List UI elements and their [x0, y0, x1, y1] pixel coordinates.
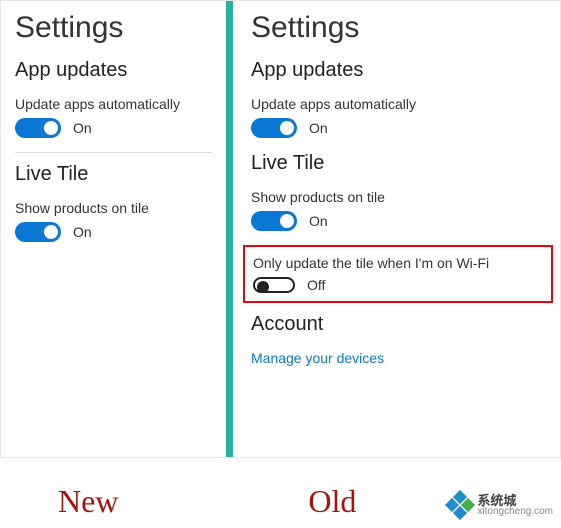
label-old: Old	[308, 483, 356, 520]
vertical-divider	[226, 1, 233, 457]
section-live-tile-heading: Live Tile	[251, 152, 546, 175]
watermark-url: xitongcheng.com	[477, 507, 553, 517]
show-products-row: On	[15, 222, 212, 242]
watermark-logo-icon	[447, 492, 473, 518]
page-title: Settings	[251, 11, 546, 45]
wifi-only-toggle[interactable]	[253, 277, 295, 293]
label-new: New	[58, 483, 118, 520]
show-products-state: On	[73, 224, 92, 240]
update-auto-toggle[interactable]	[15, 118, 61, 138]
update-auto-row: On	[251, 118, 546, 138]
section-account-heading: Account	[251, 313, 546, 336]
page-title: Settings	[15, 11, 212, 45]
section-divider	[15, 152, 212, 153]
update-auto-row: On	[15, 118, 212, 138]
watermark-name: 系统城	[477, 494, 553, 507]
wifi-only-state: Off	[307, 277, 325, 293]
watermark-text: 系统城 xitongcheng.com	[477, 494, 553, 517]
wifi-only-highlight-box: Only update the tile when I'm on Wi-Fi O…	[243, 245, 553, 303]
update-auto-label: Update apps automatically	[251, 96, 546, 112]
section-app-updates-heading: App updates	[251, 59, 546, 82]
show-products-label: Show products on tile	[15, 200, 212, 216]
manage-devices-link[interactable]: Manage your devices	[251, 350, 546, 366]
show-products-label: Show products on tile	[251, 189, 546, 205]
section-live-tile-heading: Live Tile	[15, 163, 212, 186]
show-products-state: On	[309, 213, 328, 229]
show-products-toggle[interactable]	[251, 211, 297, 231]
settings-panel-new: Settings App updates Update apps automat…	[1, 1, 226, 457]
section-app-updates-heading: App updates	[15, 59, 212, 82]
watermark: 系统城 xitongcheng.com	[447, 492, 553, 518]
update-auto-state: On	[73, 120, 92, 136]
settings-panel-old: Settings App updates Update apps automat…	[233, 1, 560, 457]
show-products-row: On	[251, 211, 546, 231]
show-products-toggle[interactable]	[15, 222, 61, 242]
update-auto-state: On	[309, 120, 328, 136]
wifi-only-row: Off	[253, 277, 543, 293]
update-auto-toggle[interactable]	[251, 118, 297, 138]
wifi-only-label: Only update the tile when I'm on Wi-Fi	[253, 255, 543, 271]
update-auto-label: Update apps automatically	[15, 96, 212, 112]
comparison-container: Settings App updates Update apps automat…	[0, 0, 561, 458]
